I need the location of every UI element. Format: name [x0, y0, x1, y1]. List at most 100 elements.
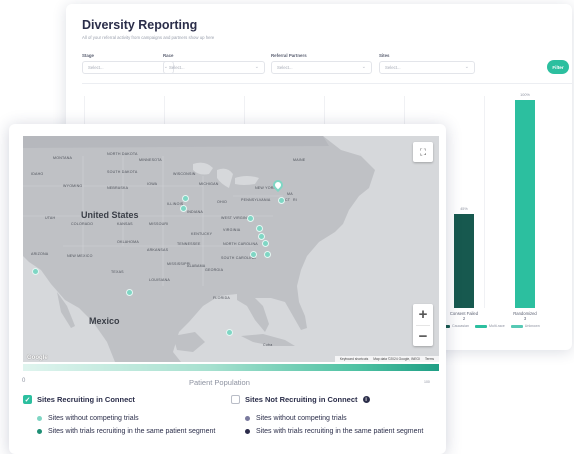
state-label: Cuba	[263, 343, 273, 347]
legend-swatch	[510, 324, 523, 328]
map-footer: Keyboard shortcuts Map data ©2024 Google…	[334, 356, 439, 362]
state-label: NORTH CAROLINA	[223, 242, 258, 246]
referral-partners-select-placeholder: Select...	[277, 65, 293, 70]
legend-label: Sites with trials recruiting in the same…	[48, 428, 216, 435]
legend-item: Sites with trials recruiting in the same…	[245, 427, 435, 436]
terms-link[interactable]: Terms	[425, 357, 434, 361]
race-filter: Race Select... ⌄	[163, 52, 265, 74]
site-map[interactable]: United States Mexico MONTANA NORTH DAKOT…	[23, 136, 439, 362]
filter-button[interactable]: Filter	[547, 60, 569, 74]
state-label: WISCONSIN	[173, 172, 196, 176]
state-label: MISSOURI	[149, 222, 169, 226]
map-canvas	[23, 136, 439, 362]
divider	[82, 83, 572, 84]
site-marker-icon[interactable]	[226, 329, 233, 336]
marker-dot-icon	[245, 429, 250, 434]
state-label: NEBRASKA	[107, 186, 129, 190]
not-recruiting-checkbox[interactable]	[231, 395, 240, 404]
legend-swatch	[474, 324, 487, 328]
race-select[interactable]: Select... ⌄	[163, 61, 265, 74]
site-marker-icon[interactable]	[258, 233, 265, 240]
sites-filter-label: Sites	[379, 53, 390, 58]
sites-select[interactable]: Select... ⌄	[379, 61, 475, 74]
recruiting-checkbox[interactable]: ✓	[23, 395, 32, 404]
legend-item: Sites without competing trials	[245, 414, 435, 423]
legend-label: Sites with trials recruiting in the same…	[256, 428, 424, 435]
sites-select-placeholder: Select...	[385, 65, 401, 70]
sites-filter: Sites Select... ⌄	[379, 52, 475, 74]
bar-data-label: 100%	[520, 93, 530, 97]
country-label: United States	[81, 210, 139, 220]
keyboard-shortcuts-link[interactable]: Keyboard shortcuts	[340, 357, 368, 361]
state-label: LOUISIANA	[149, 278, 170, 282]
referral-partners-select[interactable]: Select... ⌄	[271, 61, 372, 74]
state-label: MINNESOTA	[139, 158, 162, 162]
scale-title: Patient Population	[189, 378, 250, 387]
state-label: OKLAHOMA	[117, 240, 139, 244]
scale-max-label: 100	[424, 380, 430, 384]
legend-item: Sites with trials recruiting in the same…	[37, 427, 227, 436]
state-label: MA	[287, 192, 293, 196]
population-gradient-bar	[23, 364, 439, 371]
site-marker-icon[interactable]	[180, 205, 187, 212]
legend-label: Unknown	[524, 324, 540, 328]
legend-item: Sites without competing trials	[37, 414, 227, 423]
recruiting-title-label: Sites Recruiting in Connect	[37, 395, 135, 404]
state-label: IOWA	[147, 182, 158, 186]
map-data-attribution: Map data ©2024 Google, INEGI	[373, 357, 421, 361]
bar-data-label: 45%	[460, 207, 468, 212]
state-label: MONTANA	[53, 156, 73, 160]
site-marker-icon[interactable]	[278, 197, 285, 204]
legend-label: Sites without competing trials	[48, 415, 139, 422]
legend-label: Multi-race	[488, 324, 505, 328]
gridline	[484, 96, 485, 308]
site-marker-icon[interactable]	[247, 215, 254, 222]
zoom-out-button[interactable]: −	[413, 326, 433, 347]
state-label: WYOMING	[63, 184, 83, 188]
marker-dot-icon	[245, 416, 250, 421]
marker-dot-icon	[37, 416, 42, 421]
site-marker-icon[interactable]	[182, 195, 189, 202]
chart-bar	[515, 100, 535, 308]
state-label: KENTUCKY	[191, 232, 213, 236]
state-label: ARKANSAS	[147, 248, 169, 252]
site-marker-icon[interactable]	[126, 289, 133, 296]
state-label: VIRGINIA	[223, 228, 241, 232]
state-label: NEW MEXICO	[67, 254, 93, 258]
referral-partners-filter: Referral Partners Select... ⌄	[271, 52, 372, 74]
stage-filter: Stage Select... ⌄	[82, 52, 174, 74]
state-label: COLORADO	[71, 222, 94, 226]
site-marker-icon[interactable]	[256, 225, 263, 232]
state-label: NORTH DAKOTA	[107, 152, 138, 156]
state-label: CT	[285, 198, 291, 202]
site-marker-icon[interactable]	[264, 251, 271, 258]
state-label: INDIANA	[187, 210, 203, 214]
state-label: FLORIDA	[213, 296, 230, 300]
state-label: OHIO	[217, 200, 227, 204]
chart-legend: Caucasian Multi-race Unknown	[438, 324, 540, 328]
fullscreen-button[interactable]: ⛶	[413, 142, 433, 162]
not-recruiting-title-label: Sites Not Recruiting in Connect	[245, 395, 358, 404]
site-marker-icon[interactable]	[32, 268, 39, 275]
site-marker-icon[interactable]	[262, 240, 269, 247]
scale-min-label: 0	[22, 378, 26, 384]
site-marker-icon[interactable]	[250, 251, 257, 258]
google-logo: Google	[27, 355, 48, 361]
stage-select-placeholder: Select...	[88, 65, 104, 70]
category-label: Consent Failed 2	[449, 311, 479, 321]
recruiting-section-title: ✓ Sites Recruiting in Connect	[23, 395, 135, 404]
state-label: TENNESSEE	[177, 242, 201, 246]
race-select-placeholder: Select...	[169, 65, 185, 70]
stage-select[interactable]: Select... ⌄	[82, 61, 174, 74]
state-label: GEORGIA	[205, 268, 224, 272]
info-icon[interactable]: i	[362, 396, 370, 403]
legend-label: Caucasian	[452, 324, 469, 328]
country-label: Mexico	[89, 316, 120, 326]
state-label: RI	[293, 198, 297, 202]
legend-label: Sites without competing trials	[256, 415, 347, 422]
state-label: KANSAS	[117, 222, 133, 226]
marker-dot-icon	[37, 429, 42, 434]
state-label: MICHIGAN	[199, 182, 219, 186]
state-label: MAINE	[293, 158, 306, 162]
zoom-in-button[interactable]: +	[413, 304, 433, 325]
